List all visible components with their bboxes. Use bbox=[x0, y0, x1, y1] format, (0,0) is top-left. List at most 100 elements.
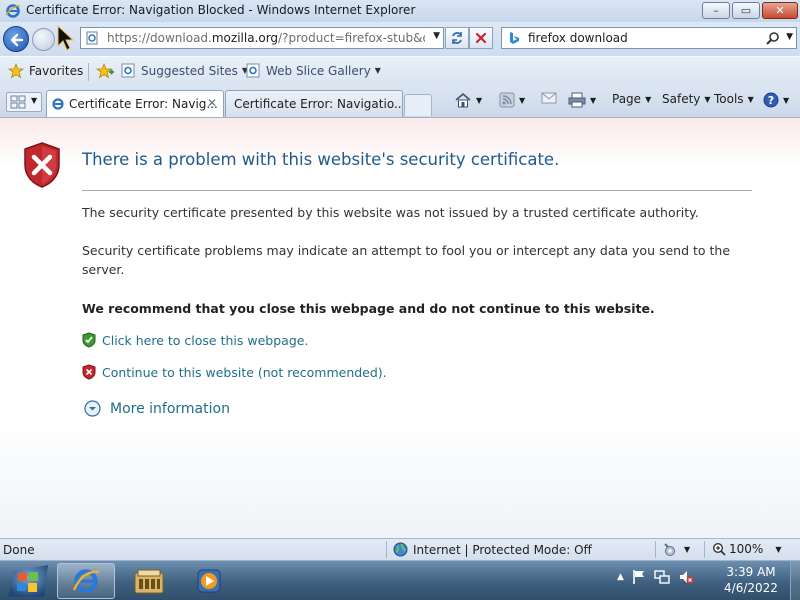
chevron-down-icon[interactable]: ▼ bbox=[783, 96, 789, 105]
chevron-down-icon: ▼ bbox=[775, 544, 782, 554]
show-hidden-icons-arrow-icon[interactable]: ▲ bbox=[617, 572, 624, 582]
help-button[interactable]: ? ▼ bbox=[763, 92, 789, 108]
suggested-sites-label: Suggested Sites bbox=[141, 63, 238, 78]
page-menu-label: Page bbox=[612, 92, 642, 106]
favorites-button[interactable]: Favorites bbox=[8, 63, 83, 79]
show-desktop-button[interactable] bbox=[790, 561, 800, 600]
stop-icon bbox=[475, 32, 487, 44]
mail-icon bbox=[541, 92, 557, 104]
continue-to-website-link[interactable]: Continue to this website (not recommende… bbox=[82, 364, 387, 380]
add-to-favorites-bar-button[interactable] bbox=[96, 63, 114, 79]
chevron-down-icon[interactable]: ▼ bbox=[476, 96, 482, 105]
protected-mode-button[interactable]: ▼ bbox=[662, 542, 690, 557]
tab-bar: ▼ Certificate Error: Navig... ✕ Certific… bbox=[0, 86, 800, 118]
back-button[interactable] bbox=[3, 26, 29, 52]
favorites-label: Favorites bbox=[29, 64, 84, 78]
status-bar: Done Internet | Protected Mode: Off ▼ 10… bbox=[0, 538, 800, 560]
ie-logo-icon bbox=[5, 4, 21, 18]
address-bar[interactable]: https://download.mozilla.org/?product=fi… bbox=[80, 27, 444, 49]
taskbar-internet-explorer[interactable] bbox=[57, 563, 115, 599]
chevron-down-icon: ▼ bbox=[645, 94, 652, 104]
close-webpage-link[interactable]: Click here to close this webpage. bbox=[82, 332, 308, 348]
printer-icon bbox=[568, 92, 586, 108]
divider bbox=[82, 190, 752, 191]
tab-certificate-error-1[interactable]: Certificate Error: Navig... ✕ bbox=[46, 90, 224, 117]
status-separator bbox=[704, 541, 705, 558]
chevron-down-icon[interactable]: ▼ bbox=[519, 96, 525, 105]
new-tab-button[interactable] bbox=[404, 94, 432, 116]
chevron-down-icon[interactable]: ▼ bbox=[590, 96, 596, 105]
refresh-icon bbox=[452, 32, 462, 44]
back-arrow-icon bbox=[10, 33, 24, 47]
close-tab-icon[interactable]: ✕ bbox=[207, 96, 217, 110]
address-url[interactable]: https://download.mozilla.org/?product=fi… bbox=[107, 31, 425, 45]
home-icon bbox=[455, 92, 471, 108]
chevron-down-icon: ▼ bbox=[684, 545, 691, 554]
clock-time: 3:39 AM bbox=[726, 565, 776, 579]
search-query[interactable]: firefox download bbox=[528, 31, 628, 45]
zoom-level: 100% bbox=[729, 542, 764, 556]
media-player-icon bbox=[197, 569, 221, 593]
read-mail-button[interactable] bbox=[541, 92, 557, 104]
title-bar: Certificate Error: Navigation Blocked - … bbox=[0, 0, 800, 22]
chevron-down-icon: ▼ bbox=[747, 94, 754, 104]
tab-certificate-error-2[interactable]: Certificate Error: Navigatio... bbox=[225, 90, 403, 117]
print-button[interactable]: ▼ bbox=[568, 92, 596, 108]
web-slice-gallery-label: Web Slice Gallery bbox=[266, 63, 371, 78]
taskbar-windows-explorer[interactable] bbox=[120, 563, 178, 599]
red-shield-x-icon bbox=[82, 364, 96, 380]
page-content: There is a problem with this website's s… bbox=[0, 118, 800, 538]
quick-tabs-grid-icon bbox=[10, 95, 26, 109]
address-dropdown-icon[interactable]: ▼ bbox=[433, 31, 440, 41]
navigation-bar: https://download.mozilla.org/?product=fi… bbox=[0, 22, 800, 56]
suggested-sites-button[interactable]: Suggested Sites ▼ bbox=[121, 63, 248, 78]
internet-explorer-icon bbox=[72, 569, 100, 593]
search-box[interactable]: firefox download ▼ bbox=[501, 27, 797, 49]
network-icon[interactable] bbox=[654, 569, 670, 585]
home-button[interactable]: ▼ bbox=[454, 92, 482, 109]
tab-list-dropdown-icon[interactable]: ▼ bbox=[31, 96, 37, 105]
close-window-button[interactable]: ✕ bbox=[762, 2, 798, 19]
folder-library-icon bbox=[134, 569, 164, 594]
minimize-button[interactable]: – bbox=[702, 2, 730, 19]
more-information-label[interactable]: More information bbox=[110, 401, 230, 417]
ie-tab-icon bbox=[52, 98, 64, 110]
volume-muted-icon[interactable] bbox=[678, 569, 694, 585]
zoom-control[interactable]: 100% ▼ bbox=[712, 542, 781, 556]
system-tray: ▲ bbox=[617, 569, 694, 585]
status-separator bbox=[386, 541, 387, 558]
continue-to-website-label[interactable]: Continue to this website (not recommende… bbox=[102, 365, 387, 380]
feeds-button[interactable]: ▼ bbox=[499, 92, 525, 108]
wrench-gear-icon bbox=[664, 543, 675, 556]
tab-label: Certificate Error: Navigatio... bbox=[234, 97, 403, 111]
start-button-windows-logo-icon[interactable] bbox=[4, 563, 52, 599]
close-webpage-label[interactable]: Click here to close this webpage. bbox=[102, 333, 308, 348]
error-shield-icon bbox=[24, 142, 60, 188]
tools-menu[interactable]: Tools ▼ bbox=[714, 92, 754, 106]
taskbar: ▲ 3:39 AM 4/6/2022 bbox=[0, 560, 800, 600]
add-favorite-icon bbox=[96, 63, 114, 79]
window-title: Certificate Error: Navigation Blocked - … bbox=[26, 3, 416, 17]
refresh-button[interactable] bbox=[445, 27, 469, 49]
chevron-down-icon: ▼ bbox=[374, 66, 381, 75]
bing-logo-icon bbox=[510, 32, 519, 44]
taskbar-windows-media-player[interactable] bbox=[180, 563, 238, 599]
forward-button[interactable] bbox=[32, 28, 55, 51]
web-slice-gallery-button[interactable]: Web Slice Gallery ▼ bbox=[246, 63, 381, 78]
page-menu[interactable]: Page ▼ bbox=[612, 92, 651, 106]
security-warning: Security certificate problems may indica… bbox=[82, 243, 731, 277]
search-dropdown-icon[interactable]: ▼ bbox=[786, 32, 793, 42]
safety-menu[interactable]: Safety ▼ bbox=[662, 92, 711, 106]
maximize-button[interactable]: ▭ bbox=[732, 2, 760, 19]
stop-button[interactable] bbox=[469, 27, 493, 49]
quick-tabs-button[interactable]: ▼ bbox=[6, 92, 42, 112]
action-center-flag-icon[interactable] bbox=[632, 569, 646, 585]
system-clock[interactable]: 3:39 AM 4/6/2022 bbox=[718, 564, 784, 596]
svg-text:?: ? bbox=[768, 94, 774, 107]
security-zone[interactable]: Internet | Protected Mode: Off bbox=[393, 542, 592, 557]
more-information-toggle[interactable]: More information bbox=[84, 400, 230, 417]
status-text: Done bbox=[3, 543, 35, 557]
error-description: The security certificate presented by th… bbox=[82, 205, 699, 220]
search-icon[interactable] bbox=[766, 31, 780, 45]
safety-menu-label: Safety bbox=[662, 92, 701, 106]
